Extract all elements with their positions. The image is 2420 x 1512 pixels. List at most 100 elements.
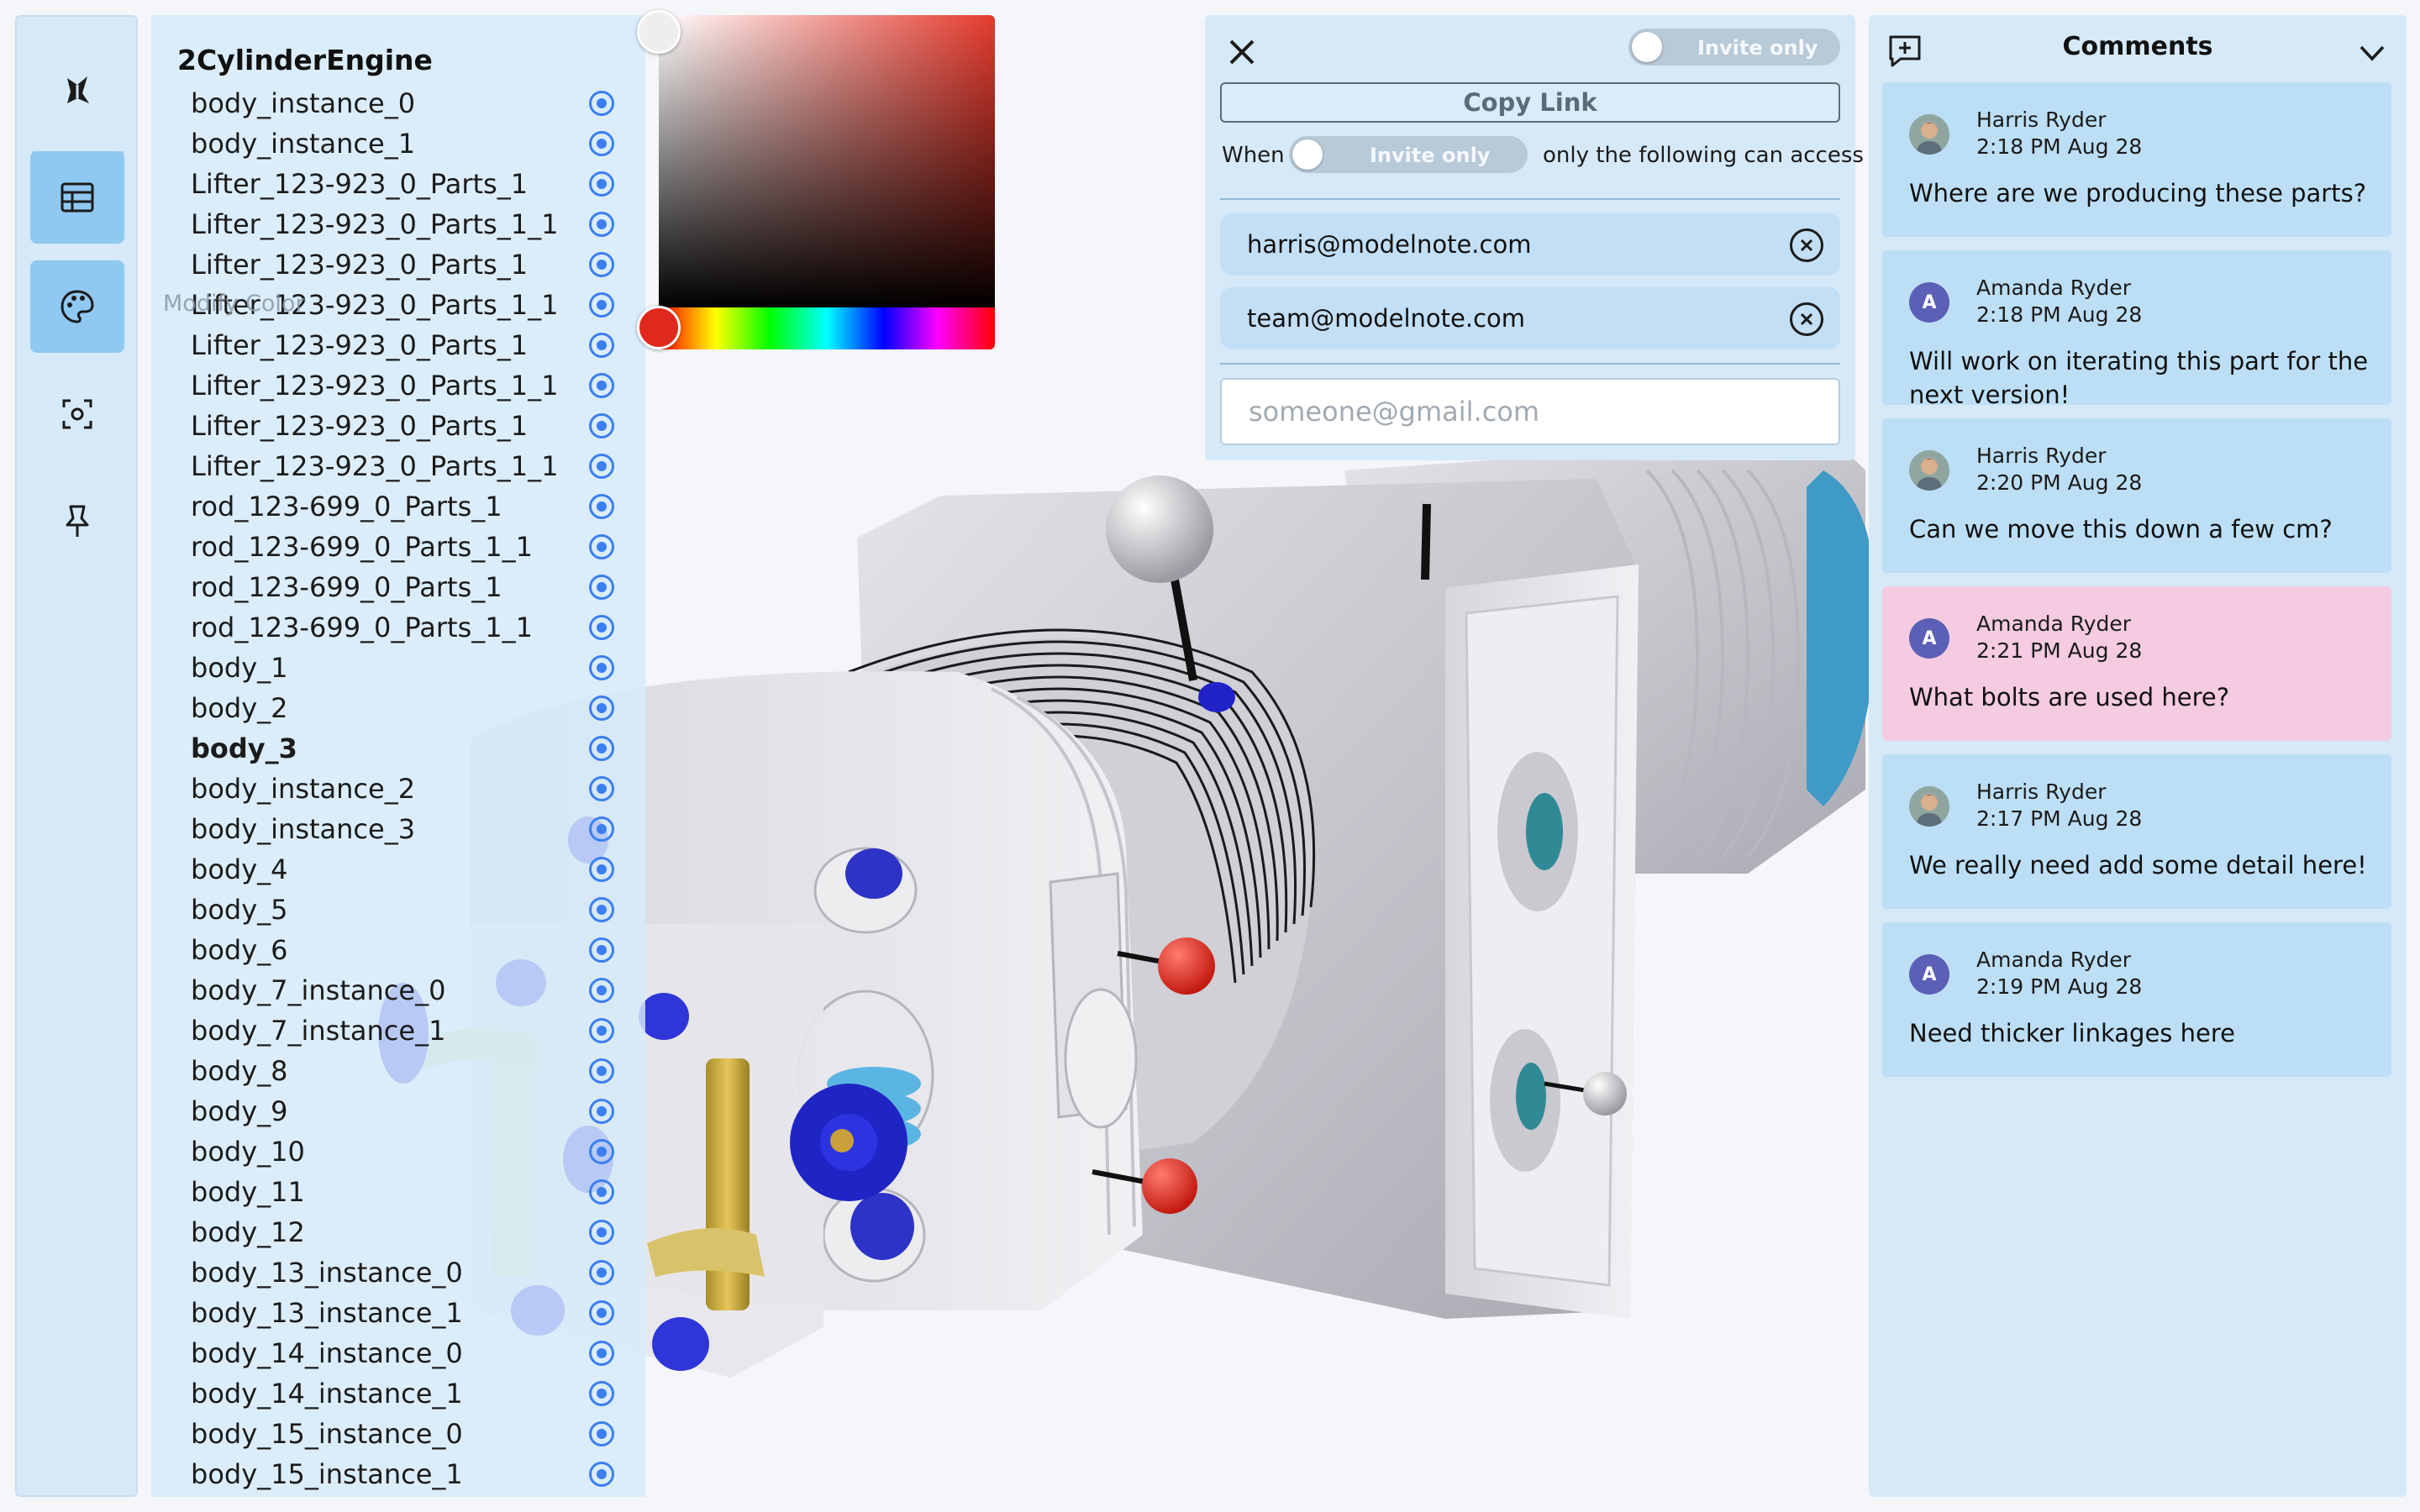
visibility-toggle-icon[interactable] bbox=[589, 1341, 614, 1366]
remove-email-button[interactable] bbox=[1790, 302, 1823, 336]
scene-tree-item[interactable]: body_instance_2 bbox=[151, 768, 645, 808]
visibility-toggle-icon[interactable] bbox=[589, 1421, 614, 1446]
invite-only-toggle[interactable]: Invite only bbox=[1289, 136, 1528, 173]
scene-tree-item[interactable]: body_1 bbox=[151, 647, 645, 687]
saturation-value-area[interactable] bbox=[659, 15, 995, 307]
comment-timestamp: 2:18 PM Aug 28 bbox=[1976, 302, 2143, 327]
visibility-toggle-icon[interactable] bbox=[589, 655, 614, 680]
visibility-toggle-icon[interactable] bbox=[589, 1300, 614, 1326]
scene-tree-item[interactable]: Lifter_123-923_0_Parts_1_1 bbox=[151, 203, 645, 244]
scene-tree-item[interactable]: Lifter_123-923_0_Parts_1_1 bbox=[151, 445, 645, 486]
scene-tree-item[interactable]: body_13_instance_1 bbox=[151, 1292, 645, 1332]
scene-tree-item[interactable]: body_8 bbox=[151, 1050, 645, 1090]
visibility-toggle-icon[interactable] bbox=[589, 1018, 614, 1043]
scene-tree-item[interactable]: body_10 bbox=[151, 1131, 645, 1171]
invite-only-toggle-top[interactable]: Invite only bbox=[1628, 29, 1840, 66]
scene-tree-item[interactable]: body_7_instance_1 bbox=[151, 1010, 645, 1050]
hue-slider-handle[interactable] bbox=[637, 306, 681, 349]
visibility-toggle-icon[interactable] bbox=[589, 91, 614, 116]
scene-tree-item[interactable]: rod_123-699_0_Parts_1_1 bbox=[151, 526, 645, 566]
visibility-toggle-icon[interactable] bbox=[589, 1462, 614, 1487]
visibility-toggle-icon[interactable] bbox=[589, 1179, 614, 1205]
scene-tree-item[interactable]: body_3 bbox=[151, 727, 645, 768]
scene-tree-item[interactable]: body_14_instance_1 bbox=[151, 1373, 645, 1413]
scene-tree-item-label: body_2 bbox=[191, 692, 288, 724]
scene-tree-item[interactable]: rod_123-699_0_Parts_1_1 bbox=[151, 606, 645, 647]
scene-tree-item[interactable]: rod_123-699_0_Parts_1 bbox=[151, 566, 645, 606]
visibility-toggle-icon[interactable] bbox=[589, 494, 614, 519]
scene-tree-item[interactable]: Lifter_123-923_0_Parts_1 bbox=[151, 163, 645, 203]
visibility-toggle-icon[interactable] bbox=[589, 1220, 614, 1245]
scene-tree-item[interactable]: body_6 bbox=[151, 929, 645, 969]
remove-email-button[interactable] bbox=[1790, 228, 1823, 262]
visibility-toggle-icon[interactable] bbox=[589, 816, 614, 842]
visibility-toggle-icon[interactable] bbox=[589, 454, 614, 479]
comment-card[interactable]: Harris Ryder 2:17 PM Aug 28 We really need… bbox=[1882, 754, 2391, 909]
scene-tree-item[interactable]: body_7_instance_0 bbox=[151, 969, 645, 1010]
scene-tree-item-label: Lifter_123-923_0_Parts_1 bbox=[191, 168, 529, 200]
comment-text: Will work on iterating this part for the… bbox=[1909, 347, 2369, 409]
invite-email-input[interactable] bbox=[1220, 378, 1840, 445]
close-share-button[interactable] bbox=[1223, 34, 1260, 71]
scene-tree-item[interactable]: Lifter_123-923_0_Parts_1 bbox=[151, 324, 645, 365]
visibility-toggle-icon[interactable] bbox=[589, 857, 614, 882]
visibility-toggle-icon[interactable] bbox=[589, 776, 614, 801]
visibility-toggle-icon[interactable] bbox=[589, 252, 614, 277]
visibility-toggle-icon[interactable] bbox=[589, 212, 614, 237]
hue-slider[interactable] bbox=[659, 307, 995, 349]
scene-tree-item[interactable]: body_instance_3 bbox=[151, 808, 645, 848]
visibility-toggle-icon[interactable] bbox=[589, 937, 614, 963]
pin-tool-button[interactable] bbox=[30, 475, 124, 568]
scene-tree-item[interactable]: body_2 bbox=[151, 687, 645, 727]
visibility-toggle-icon[interactable] bbox=[589, 978, 614, 1003]
visibility-toggle-icon[interactable] bbox=[589, 897, 614, 922]
comment-card[interactable]: A Amanda Ryder 2:21 PM Aug 28 What bolts ar… bbox=[1882, 586, 2391, 741]
visibility-toggle-icon[interactable] bbox=[589, 736, 614, 761]
color-tool-button[interactable] bbox=[30, 260, 124, 353]
scene-tree-item[interactable]: body_15_instance_0 bbox=[151, 1413, 645, 1453]
scene-tree-item[interactable]: body_13_instance_0 bbox=[151, 1252, 645, 1292]
comment-card[interactable]: A Amanda Ryder 2:19 PM Aug 28 Need thicker … bbox=[1882, 922, 2391, 1077]
visibility-toggle-icon[interactable] bbox=[589, 1260, 614, 1285]
visibility-toggle-icon[interactable] bbox=[589, 1381, 614, 1406]
comment-card[interactable]: Harris Ryder 2:18 PM Aug 28 Where are we p… bbox=[1882, 82, 2391, 237]
scene-tree-item[interactable]: rod_123-699_0_Parts_1 bbox=[151, 486, 645, 526]
chevron-down-icon[interactable] bbox=[2354, 35, 2390, 71]
visibility-toggle-icon[interactable] bbox=[589, 413, 614, 438]
copy-link-button[interactable]: Copy Link bbox=[1220, 82, 1840, 123]
scene-tree-item[interactable]: body_14_instance_0 bbox=[151, 1332, 645, 1373]
scene-tree-item[interactable]: Lifter_123-923_0_Parts_1 bbox=[151, 405, 645, 445]
visibility-toggle-icon[interactable] bbox=[589, 1139, 614, 1164]
scene-tree-button[interactable] bbox=[30, 151, 124, 244]
visibility-toggle-icon[interactable] bbox=[589, 292, 614, 318]
scene-tree-item-label: body_6 bbox=[191, 934, 288, 966]
visibility-toggle-icon[interactable] bbox=[589, 333, 614, 358]
comment-card[interactable]: A Amanda Ryder 2:18 PM Aug 28 Will work on … bbox=[1882, 250, 2391, 409]
share-panel: Invite only Copy Link When Invite only o… bbox=[1205, 15, 1864, 460]
visibility-toggle-icon[interactable] bbox=[589, 696, 614, 721]
visibility-toggle-icon[interactable] bbox=[589, 171, 614, 197]
scene-tree-item[interactable]: Lifter_123-923_0_Parts_1_1 bbox=[151, 365, 645, 405]
visibility-toggle-icon[interactable] bbox=[589, 1099, 614, 1124]
scene-tree-item[interactable]: body_instance_0 bbox=[151, 82, 645, 123]
comment-card[interactable]: Harris Ryder 2:20 PM Aug 28 Can we move th… bbox=[1882, 418, 2391, 573]
scene-tree-item[interactable]: body_11 bbox=[151, 1171, 645, 1211]
visibility-toggle-icon[interactable] bbox=[589, 373, 614, 398]
scene-tree-item[interactable]: body_15_instance_1 bbox=[151, 1453, 645, 1494]
visibility-toggle-icon[interactable] bbox=[589, 1058, 614, 1084]
visibility-toggle-icon[interactable] bbox=[589, 615, 614, 640]
visibility-toggle-icon[interactable] bbox=[589, 534, 614, 559]
focus-tool-button[interactable] bbox=[30, 368, 124, 460]
saturation-value-handle[interactable] bbox=[637, 10, 681, 54]
scene-tree-item[interactable]: body_instance_1 bbox=[151, 123, 645, 163]
comments-title: Comments bbox=[2062, 32, 2213, 61]
app-logo[interactable] bbox=[30, 44, 124, 136]
scene-tree-item[interactable]: body_5 bbox=[151, 889, 645, 929]
scene-tree-item[interactable]: body_16_instance_0 bbox=[151, 1494, 645, 1497]
scene-tree-item[interactable]: body_4 bbox=[151, 848, 645, 889]
scene-tree-item[interactable]: Lifter_123-923_0_Parts_1 bbox=[151, 244, 645, 284]
scene-tree-item[interactable]: body_9 bbox=[151, 1090, 645, 1131]
visibility-toggle-icon[interactable] bbox=[589, 131, 614, 156]
scene-tree-item[interactable]: body_12 bbox=[151, 1211, 645, 1252]
visibility-toggle-icon[interactable] bbox=[589, 575, 614, 600]
